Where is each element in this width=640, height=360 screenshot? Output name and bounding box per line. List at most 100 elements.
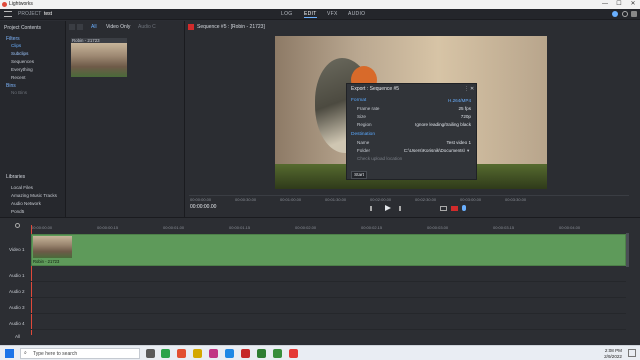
timeline-scrollbar[interactable] xyxy=(626,233,629,267)
region-dropdown[interactable]: Ignore leading/trailing black xyxy=(391,122,471,127)
name-label: Name xyxy=(357,140,370,145)
size-dropdown[interactable]: 720p xyxy=(417,114,471,119)
help-icon[interactable] xyxy=(612,11,618,17)
camtasia-icon[interactable] xyxy=(273,349,282,358)
maximize-button[interactable]: ☐ xyxy=(612,0,626,9)
library-local-files[interactable]: Local Files xyxy=(11,185,33,190)
folder-input[interactable]: C:\Users\Korisnik\Documents\ xyxy=(399,148,465,153)
viewer-ruler-tick: 00:02:00.00 xyxy=(370,197,392,202)
timeline-ruler-tick: 00:00:01.00 xyxy=(163,225,185,230)
audio-mic-icon[interactable] xyxy=(462,205,466,211)
settings-icon[interactable] xyxy=(622,11,628,17)
timeline-clip-thumbnail[interactable] xyxy=(33,236,72,258)
project-contents-panel: Project Contents Filters Clips Subclips … xyxy=(0,21,66,217)
clip-browser: All Video Only Audio C Robin - 21723 xyxy=(66,21,185,217)
frame-rate-label: Frame rate xyxy=(357,106,380,111)
zoom-icon[interactable] xyxy=(15,223,20,228)
bins-placeholder: No Bins xyxy=(11,90,28,95)
tab-audio[interactable]: AUDIO xyxy=(348,11,365,17)
viewer-title: Sequence #5 : [Robin - 21723] xyxy=(197,24,265,30)
timeline-ruler-tick: 00:00:04.00 xyxy=(559,225,581,230)
taskbar-time[interactable]: 2:08 PM xyxy=(600,348,622,353)
notification-icon[interactable] xyxy=(628,349,636,357)
back-nav-icon[interactable] xyxy=(69,24,75,30)
taskbar-search-box[interactable]: ⌕ Type here to search xyxy=(20,348,140,359)
timeline-clip-label[interactable]: Robin - 21723 xyxy=(33,259,59,264)
firefox-icon[interactable] xyxy=(209,349,218,358)
brave-icon[interactable] xyxy=(177,349,186,358)
audio-track-2[interactable] xyxy=(30,283,626,298)
filters-header[interactable]: Filters xyxy=(6,36,20,42)
mark-out-icon[interactable] xyxy=(451,206,458,211)
viewer-ruler-tick: 00:00:30.00 xyxy=(235,197,257,202)
library-amazing-music-tracks[interactable]: Amazing Music Tracks xyxy=(11,193,57,198)
filter-audio-tab[interactable]: Audio C xyxy=(138,24,156,30)
tab-edit[interactable]: EDIT xyxy=(304,11,317,18)
export-dialog-title: Export : Sequence #5 xyxy=(351,86,400,92)
task-view-icon[interactable] xyxy=(146,349,155,358)
taskbar-date[interactable]: 2/9/2022 xyxy=(598,354,622,359)
project-name-dropdown[interactable]: test xyxy=(44,11,52,17)
windows-start-icon[interactable] xyxy=(5,349,14,358)
dialog-menu-icon[interactable]: ⋮ xyxy=(464,86,469,92)
close-window-button[interactable]: ✕ xyxy=(626,0,640,9)
folder-dropdown-arrow-icon[interactable]: ▾ xyxy=(467,148,469,154)
track-label-audio-3[interactable]: Audio 3 xyxy=(9,305,25,310)
library-audio-network[interactable]: Audio Network xyxy=(11,201,41,206)
track-label-audio-2[interactable]: Audio 2 xyxy=(9,289,25,294)
app-red-icon[interactable] xyxy=(241,349,250,358)
project-label: PROJECT xyxy=(18,11,42,17)
start-export-button[interactable]: Start xyxy=(351,171,367,179)
edge-icon[interactable] xyxy=(225,349,234,358)
track-label-video-1[interactable]: Video 1 xyxy=(9,247,25,252)
excel-icon[interactable] xyxy=(257,349,266,358)
file-explorer-icon[interactable] xyxy=(193,349,202,358)
timeline-ruler-tick: 00:00:02.15 xyxy=(361,225,383,230)
track-label-audio-1[interactable]: Audio 1 xyxy=(9,273,25,278)
filter-all-tab[interactable]: All xyxy=(91,24,97,30)
filter-recent[interactable]: Recent xyxy=(11,75,26,80)
bins-header[interactable]: Bins xyxy=(6,83,16,89)
mark-in-icon[interactable] xyxy=(440,206,447,211)
libraries-header[interactable]: Libraries xyxy=(6,174,25,180)
forward-nav-icon[interactable] xyxy=(77,24,83,30)
track-label-audio-4[interactable]: Audio 4 xyxy=(9,321,25,326)
tab-vfx[interactable]: VFX xyxy=(327,11,338,17)
audio-track-1[interactable] xyxy=(30,267,626,282)
format-dropdown[interactable]: H.264/MP4 xyxy=(417,98,471,103)
skip-back-icon[interactable] xyxy=(370,206,375,211)
library-pond5[interactable]: Pond5 xyxy=(11,209,24,214)
menubar: PROJECT test LOG EDIT VFX AUDIO xyxy=(0,9,640,20)
tab-log[interactable]: LOG xyxy=(281,11,292,17)
filter-subclips[interactable]: Subclips xyxy=(11,51,28,56)
viewer-timecode[interactable]: 00:00:00.00 xyxy=(190,204,216,210)
minimize-button[interactable]: — xyxy=(598,0,612,9)
timeline-ruler-tick: 00:00:03.15 xyxy=(493,225,515,230)
filter-sequences[interactable]: Sequences xyxy=(11,59,34,64)
region-label: Region xyxy=(357,122,372,127)
check-upload-location-checkbox[interactable]: Check upload location xyxy=(357,156,402,161)
clip-thumbnail[interactable] xyxy=(71,43,127,77)
filter-everything[interactable]: Everything xyxy=(11,67,33,72)
filter-video-only-tab[interactable]: Video Only xyxy=(106,24,130,30)
timeline-ruler-tick: 00:00:00.00 xyxy=(31,225,53,230)
frame-rate-dropdown[interactable]: 25 fps xyxy=(417,106,471,111)
destination-header: Destination xyxy=(351,132,375,137)
project-contents-title: Project Contents xyxy=(4,25,41,31)
name-input[interactable]: Test video 1 xyxy=(407,140,471,145)
viewer-ruler-tick: 00:02:30.00 xyxy=(415,197,437,202)
power-icon[interactable] xyxy=(631,11,637,17)
audio-track-3[interactable] xyxy=(30,299,626,314)
chrome-icon[interactable] xyxy=(161,349,170,358)
taskbar-search-placeholder: Type here to search xyxy=(33,351,78,357)
all-tracks-toggle[interactable]: All xyxy=(15,334,20,339)
skip-forward-icon[interactable] xyxy=(396,206,401,211)
audio-track-4[interactable] xyxy=(30,315,626,330)
dialog-close-icon[interactable]: ✕ xyxy=(470,86,474,92)
video-track-1[interactable] xyxy=(31,234,626,266)
viewer-ruler-tick: 00:03:00.00 xyxy=(460,197,482,202)
timeline-ruler-tick: 00:00:01.15 xyxy=(229,225,251,230)
hamburger-menu-icon[interactable] xyxy=(4,11,12,17)
lightworks-taskbar-icon[interactable] xyxy=(289,349,298,358)
filter-clips[interactable]: Clips xyxy=(11,43,21,48)
